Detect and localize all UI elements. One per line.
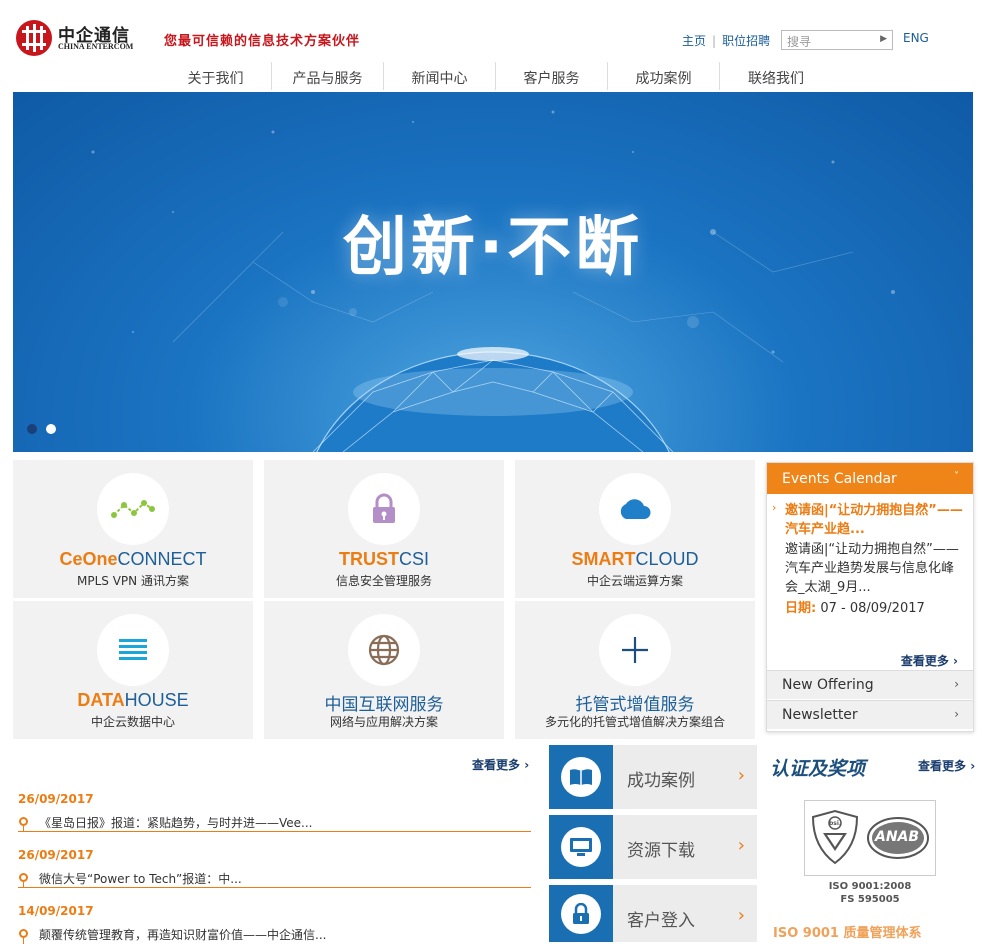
- plus-icon: [599, 614, 671, 686]
- search-input[interactable]: 搜寻 ▶: [781, 30, 893, 50]
- news-item[interactable]: 《星岛日报》报道：紧贴趋势，与时并进——Vee...: [18, 814, 531, 832]
- arrow-right-icon: ›: [737, 765, 745, 786]
- success-cases-button[interactable]: 成功案例 ›: [549, 745, 757, 809]
- nav-item-news[interactable]: 新闻中心: [384, 62, 496, 90]
- logo-mark-icon: [16, 20, 52, 56]
- tile-internet-service[interactable]: 中国互联网服务 网络与应用解决方案: [264, 601, 504, 739]
- nav-item-about[interactable]: 关于我们: [160, 62, 272, 90]
- chevron-down-icon[interactable]: ˅: [954, 471, 959, 482]
- event-title-link[interactable]: 邀请函|“让动力拥抱自然”——汽车产业趋...: [785, 501, 963, 539]
- cert-iso-text: ISO 9001:2008 FS 595005: [828, 881, 912, 905]
- search-placeholder: 搜寻: [787, 35, 812, 49]
- news-date: 14/09/2017: [18, 904, 94, 918]
- tile-title: TRUSTCSI: [338, 549, 429, 569]
- logo-en-text: CHINA ENTERCOM: [58, 42, 134, 51]
- arrow-right-icon: ›: [737, 905, 745, 926]
- chevron-right-icon: ›: [954, 677, 959, 691]
- tile-ceoneconnect[interactable]: CeOneCONNECT MPLS VPN 通讯方案: [13, 460, 253, 598]
- book-icon: [561, 757, 601, 797]
- tile-title: CeOneCONNECT: [59, 549, 207, 569]
- news-more-link[interactable]: 查看更多 ›: [472, 756, 529, 773]
- client-login-button[interactable]: 客户登入 ›: [549, 885, 757, 942]
- bsi-shield-icon: [811, 809, 859, 865]
- event-description: 邀请函|“让动力拥抱自然”——汽车产业趋势发展与信息化峰会_太湖_9月...: [785, 542, 959, 595]
- news-date: 26/09/2017: [18, 792, 94, 806]
- nav-item-products[interactable]: 产品与服务: [272, 62, 384, 90]
- tile-trustcsi[interactable]: TRUSTCSI 信息安全管理服务: [264, 460, 504, 598]
- tile-subtitle: 信息安全管理服务: [335, 574, 432, 588]
- banner-title: 创新·不断: [342, 211, 644, 285]
- slogan: 您最可信赖的信息技术方案伙伴: [164, 34, 361, 49]
- nav-item-contact[interactable]: 联络我们: [720, 62, 832, 90]
- chevron-right-icon: ›: [954, 707, 959, 721]
- new-offering-row[interactable]: New Offering ›: [767, 670, 973, 699]
- certs-more-link[interactable]: 查看更多 ›: [918, 757, 975, 774]
- globe-icon: [348, 614, 420, 686]
- search-submit-icon[interactable]: ▶: [880, 34, 887, 44]
- pin-icon: [19, 929, 28, 944]
- newsletter-row[interactable]: Newsletter ›: [767, 700, 973, 729]
- cert-footer-link[interactable]: ISO 9001 质量管理体系: [773, 922, 922, 941]
- news-date: 26/09/2017: [18, 848, 94, 862]
- home-link[interactable]: 主页: [682, 34, 706, 48]
- list-icon: [97, 614, 169, 686]
- hero-banner[interactable]: 创新·不断: [13, 92, 973, 452]
- event-date: 日期: 07 - 08/09/2017: [785, 601, 925, 616]
- jobs-link[interactable]: 职位招聘: [722, 34, 770, 48]
- events-header[interactable]: Events Calendar ˅: [767, 463, 973, 494]
- monitor-icon: [561, 827, 601, 867]
- tile-managed-service[interactable]: 托管式增值服务 多元化的托管式增值解决方案组合: [515, 601, 755, 739]
- top-links: 主页 | 职位招聘: [682, 34, 771, 48]
- certs-title: 认证及奖项: [770, 758, 866, 780]
- pin-icon: [19, 873, 28, 888]
- anab-mark-text: ANAB: [875, 829, 920, 845]
- network-icon: [97, 473, 169, 545]
- tile-title: 托管式增值服务: [575, 695, 695, 714]
- tile-title: DATAHOUSE: [77, 690, 189, 710]
- tile-title: 中国互联网服务: [324, 695, 444, 714]
- slide-dot-2[interactable]: [46, 424, 56, 434]
- nav-item-cases[interactable]: 成功案例: [608, 62, 720, 90]
- main-nav: 关于我们 产品与服务 新闻中心 客户服务 成功案例 联络我们: [160, 62, 832, 90]
- tile-smartcloud[interactable]: SMARTCLOUD 中企云端运算方案: [515, 460, 755, 598]
- tile-subtitle: 多元化的托管式增值解决方案组合: [544, 715, 725, 729]
- logo[interactable]: 中企通信 CHINA ENTERCOM: [16, 20, 138, 58]
- tile-subtitle: MPLS VPN 通讯方案: [77, 574, 189, 588]
- tile-datahouse[interactable]: DATAHOUSE 中企云数据中心: [13, 601, 253, 739]
- lock-icon: [348, 473, 420, 545]
- tile-title: SMARTCLOUD: [571, 549, 699, 569]
- lock-icon: [561, 893, 601, 934]
- pin-icon: [19, 817, 28, 832]
- language-link[interactable]: ENG: [903, 31, 929, 45]
- events-calendar: Events Calendar ˅ › 邀请函|“让动力拥抱自然”——汽车产业趋…: [766, 462, 974, 732]
- news-item[interactable]: 微信大号“Power to Tech”报道：中...: [18, 870, 531, 888]
- cloud-icon: [599, 473, 671, 545]
- nav-item-service[interactable]: 客户服务: [496, 62, 608, 90]
- arrow-right-icon: ›: [737, 835, 745, 856]
- bsi-mark-text: bsi.: [829, 820, 842, 827]
- downloads-button[interactable]: 资源下载 ›: [549, 815, 757, 879]
- slide-dot-1[interactable]: [27, 424, 37, 434]
- bullet-arrow-icon: ›: [772, 501, 777, 514]
- tile-subtitle: 中企云数据中心: [90, 715, 175, 729]
- news-item[interactable]: 颠覆传统管理教育，再造知识财富价值——中企通信...: [18, 926, 531, 944]
- cert-logos[interactable]: bsi. ANAB: [804, 800, 936, 876]
- tile-subtitle: 中企云端运算方案: [586, 574, 683, 588]
- events-more-link[interactable]: 查看更多 ›: [901, 652, 958, 669]
- tile-subtitle: 网络与应用解决方案: [329, 715, 438, 729]
